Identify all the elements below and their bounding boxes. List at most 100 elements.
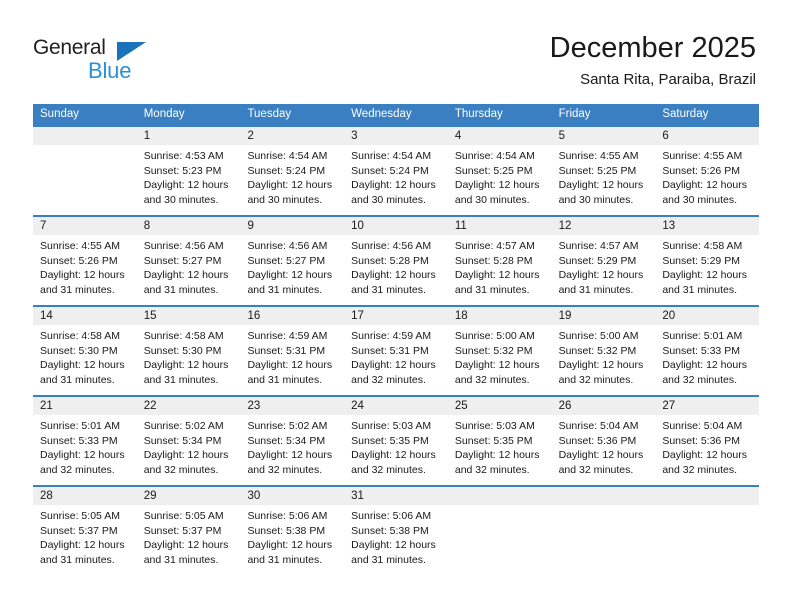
day-cell[interactable]: Sunrise: 5:04 AM Sunset: 5:36 PM Dayligh… [655,415,759,485]
day-number[interactable]: 6 [655,127,759,145]
sunset-text: Sunset: 5:30 PM [143,344,222,357]
day-number[interactable]: 22 [137,397,241,415]
day-number[interactable]: 29 [137,487,241,505]
day-number[interactable]: 2 [240,127,344,145]
day-cell[interactable]: Sunrise: 5:05 AM Sunset: 5:37 PM Dayligh… [33,505,137,575]
day-cell[interactable]: Sunrise: 4:54 AM Sunset: 5:25 PM Dayligh… [448,145,552,215]
sunset-text: Sunset: 5:34 PM [143,434,222,447]
day-number[interactable]: 23 [240,397,344,415]
day-cell[interactable]: Sunrise: 4:55 AM Sunset: 5:26 PM Dayligh… [33,235,137,305]
day-number[interactable]: 13 [655,217,759,235]
day-number[interactable] [448,487,552,505]
day-number[interactable]: 27 [655,397,759,415]
sunset-text: Sunset: 5:31 PM [351,344,429,357]
general-blue-logo[interactable]: General Blue [33,36,173,84]
day-number[interactable]: 25 [448,397,552,415]
day-cell[interactable]: Sunrise: 5:02 AM Sunset: 5:34 PM Dayligh… [137,415,241,485]
sunrise-text: Sunrise: 5:05 AM [143,510,224,522]
day-number[interactable]: 28 [33,487,137,505]
week-detail-band: Sunrise: 4:58 AM Sunset: 5:30 PM Dayligh… [33,325,759,395]
daylight-text-line1: Daylight: 12 hours [351,359,436,372]
day-number[interactable]: 17 [344,307,448,325]
day-cell[interactable]: Sunrise: 4:59 AM Sunset: 5:31 PM Dayligh… [240,325,344,395]
daylight-text-line1: Daylight: 12 hours [662,359,747,372]
day-number[interactable] [33,127,137,145]
day-number[interactable]: 20 [655,307,759,325]
day-cell[interactable]: Sunrise: 5:00 AM Sunset: 5:32 PM Dayligh… [448,325,552,395]
day-cell[interactable]: Sunrise: 5:06 AM Sunset: 5:38 PM Dayligh… [240,505,344,575]
sunrise-text: Sunrise: 5:00 AM [558,330,639,342]
day-cell[interactable]: Sunrise: 5:06 AM Sunset: 5:38 PM Dayligh… [344,505,448,575]
daylight-text-line1: Daylight: 12 hours [558,449,644,462]
day-cell[interactable]: Sunrise: 4:57 AM Sunset: 5:29 PM Dayligh… [552,235,656,305]
day-cell[interactable]: Sunrise: 4:58 AM Sunset: 5:30 PM Dayligh… [137,325,241,395]
day-cell[interactable]: Sunrise: 4:58 AM Sunset: 5:30 PM Dayligh… [33,325,137,395]
day-number[interactable]: 11 [448,217,552,235]
sunrise-text: Sunrise: 4:58 AM [662,240,743,252]
sunrise-text: Sunrise: 5:04 AM [662,420,743,432]
day-cell[interactable] [448,505,552,575]
day-number[interactable]: 5 [552,127,656,145]
sunrise-text: Sunrise: 4:59 AM [247,330,328,342]
day-number[interactable]: 19 [552,307,656,325]
day-cell[interactable]: Sunrise: 4:54 AM Sunset: 5:24 PM Dayligh… [240,145,344,215]
day-number[interactable]: 12 [552,217,656,235]
daylight-text-line2: and 30 minutes. [143,193,219,206]
day-cell[interactable]: Sunrise: 5:04 AM Sunset: 5:36 PM Dayligh… [552,415,656,485]
sunrise-text: Sunrise: 5:03 AM [351,420,432,432]
day-number[interactable]: 9 [240,217,344,235]
sunrise-text: Sunrise: 4:56 AM [247,240,328,252]
day-number[interactable]: 4 [448,127,552,145]
daylight-text-line2: and 31 minutes. [143,553,219,566]
day-number[interactable]: 14 [33,307,137,325]
day-cell[interactable]: Sunrise: 5:03 AM Sunset: 5:35 PM Dayligh… [344,415,448,485]
day-cell[interactable]: Sunrise: 5:01 AM Sunset: 5:33 PM Dayligh… [655,325,759,395]
day-cell[interactable]: Sunrise: 4:55 AM Sunset: 5:25 PM Dayligh… [552,145,656,215]
day-cell[interactable] [33,145,137,215]
daylight-text-line2: and 32 minutes. [351,373,426,386]
daylight-text-line2: and 31 minutes. [40,553,115,566]
day-cell[interactable]: Sunrise: 4:57 AM Sunset: 5:28 PM Dayligh… [448,235,552,305]
sunrise-text: Sunrise: 5:06 AM [247,510,328,522]
day-cell[interactable]: Sunrise: 5:01 AM Sunset: 5:33 PM Dayligh… [33,415,137,485]
day-number[interactable]: 31 [344,487,448,505]
day-number[interactable]: 10 [344,217,448,235]
day-cell[interactable]: Sunrise: 4:53 AM Sunset: 5:23 PM Dayligh… [137,145,241,215]
day-cell[interactable]: Sunrise: 4:56 AM Sunset: 5:27 PM Dayligh… [137,235,241,305]
day-cell[interactable]: Sunrise: 5:03 AM Sunset: 5:35 PM Dayligh… [448,415,552,485]
daylight-text-line1: Daylight: 12 hours [351,449,436,462]
day-number[interactable]: 15 [137,307,241,325]
day-number[interactable]: 26 [552,397,656,415]
day-number[interactable] [655,487,759,505]
day-cell[interactable]: Sunrise: 4:55 AM Sunset: 5:26 PM Dayligh… [655,145,759,215]
daylight-text-line1: Daylight: 12 hours [454,359,540,372]
day-number[interactable]: 16 [240,307,344,325]
sunrise-text: Sunrise: 4:54 AM [247,150,328,162]
day-cell[interactable]: Sunrise: 4:56 AM Sunset: 5:27 PM Dayligh… [240,235,344,305]
day-cell[interactable] [655,505,759,575]
day-cell[interactable]: Sunrise: 4:58 AM Sunset: 5:29 PM Dayligh… [655,235,759,305]
day-number[interactable]: 30 [240,487,344,505]
sunrise-text: Sunrise: 5:05 AM [40,510,120,522]
daylight-text-line2: and 32 minutes. [454,373,530,386]
daylight-text-line1: Daylight: 12 hours [143,269,229,282]
day-number[interactable]: 21 [33,397,137,415]
day-cell[interactable] [552,505,656,575]
sunrise-text: Sunrise: 4:59 AM [351,330,432,342]
day-cell[interactable]: Sunrise: 5:02 AM Sunset: 5:34 PM Dayligh… [240,415,344,485]
day-number[interactable]: 3 [344,127,448,145]
daylight-text-line2: and 32 minutes. [351,463,426,476]
day-number[interactable]: 18 [448,307,552,325]
day-cell[interactable]: Sunrise: 5:05 AM Sunset: 5:37 PM Dayligh… [137,505,241,575]
day-number[interactable]: 7 [33,217,137,235]
day-number[interactable]: 1 [137,127,241,145]
day-cell[interactable]: Sunrise: 4:59 AM Sunset: 5:31 PM Dayligh… [344,325,448,395]
title-block: December 2025 Santa Rita, Paraiba, Brazi… [550,30,756,90]
day-number[interactable]: 24 [344,397,448,415]
sunrise-text: Sunrise: 4:56 AM [143,240,224,252]
day-cell[interactable]: Sunrise: 5:00 AM Sunset: 5:32 PM Dayligh… [552,325,656,395]
day-cell[interactable]: Sunrise: 4:54 AM Sunset: 5:24 PM Dayligh… [344,145,448,215]
day-number[interactable] [552,487,656,505]
day-number[interactable]: 8 [137,217,241,235]
day-cell[interactable]: Sunrise: 4:56 AM Sunset: 5:28 PM Dayligh… [344,235,448,305]
